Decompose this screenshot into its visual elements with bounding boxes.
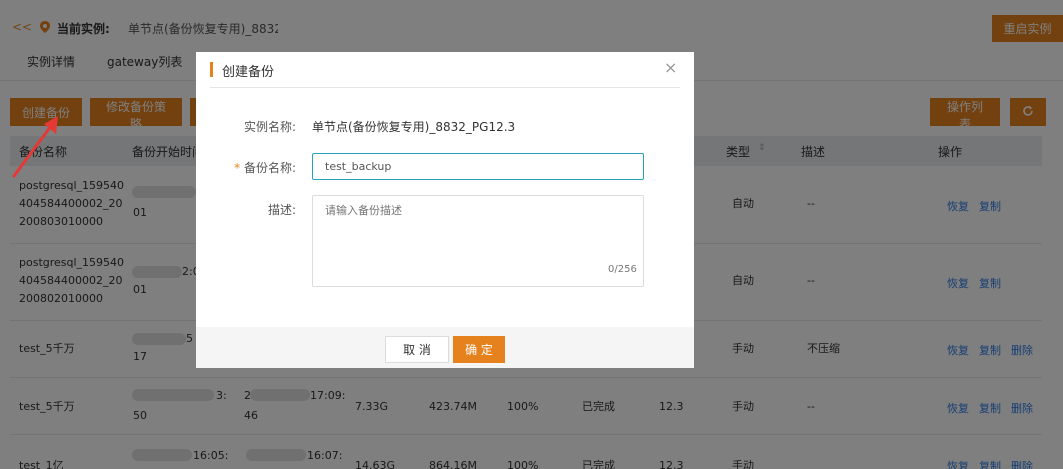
backup-name-label: * 备份名称: [234,161,296,175]
dialog-divider [210,87,680,88]
dialog-title: 创建备份 [222,65,275,80]
confirm-button[interactable]: 确 定 [453,336,505,363]
create-backup-dialog: 创建备份 × 实例名称: 单节点(备份恢复专用)_8832_PG12.3 * 备… [196,52,694,368]
title-accent-bar [210,62,213,77]
annotation-arrow-icon [12,116,58,178]
cancel-button[interactable]: 取 消 [385,336,449,363]
instance-name-value: 单节点(备份恢复专用)_8832_PG12.3 [312,120,516,134]
description-textarea[interactable] [312,195,644,287]
required-mark: * [234,161,241,175]
dialog-footer: 取 消 确 定 [196,327,694,368]
backup-name-input[interactable] [312,153,644,180]
description-label: 描述: [267,203,296,217]
close-icon[interactable]: × [664,58,677,77]
instance-name-label: 实例名称: [243,120,296,134]
char-counter: 0/256 [608,264,637,275]
